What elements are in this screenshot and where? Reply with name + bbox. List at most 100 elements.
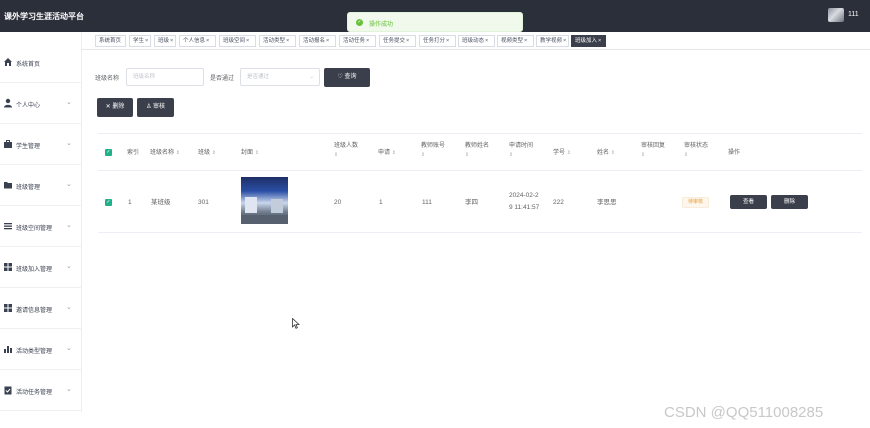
- success-check-icon: ✓: [356, 19, 363, 26]
- sidebar-item-class-space[interactable]: 班级空间管理 ⌄: [0, 206, 82, 247]
- tag-class-join[interactable]: 班级加入×: [571, 35, 606, 47]
- watermark: CSDN @QQ511008285: [664, 404, 824, 421]
- tag-class-space[interactable]: 班级空间×: [219, 35, 256, 47]
- sidebar-item-label: 活动类型管理: [16, 349, 53, 355]
- tag-activity-types[interactable]: 活动类型×: [259, 35, 296, 47]
- sort-icon[interactable]: ⇕: [641, 152, 645, 158]
- header-photo[interactable]: 封面 ⇕: [241, 149, 259, 158]
- sort-icon[interactable]: ⇕: [684, 152, 688, 158]
- chevron-down-icon: ⌄: [66, 140, 72, 147]
- sidebar-item-label: 班级加入管理: [16, 267, 53, 273]
- tag-classes[interactable]: 班级×: [154, 35, 176, 47]
- cell-name: 李思思: [597, 199, 617, 206]
- tag-teaching-videos[interactable]: 教学视频×: [536, 35, 569, 47]
- cell-apply-time-date: 2024-02-2: [509, 192, 539, 199]
- sort-icon[interactable]: ⇕: [392, 150, 396, 156]
- tag-activity-tasks[interactable]: 活动任务×: [339, 35, 376, 47]
- bar-chart-icon: [4, 346, 12, 353]
- sidebar-item-invites[interactable]: 邀请信息管理 ⌄: [0, 288, 82, 329]
- delete-button[interactable]: ✕ 删除: [97, 98, 133, 117]
- heart-icon: ♡: [337, 74, 343, 80]
- sort-icon[interactable]: ⇕: [567, 150, 571, 156]
- cell-class: 301: [198, 199, 209, 206]
- sidebar-item-label: 邀请信息管理: [16, 308, 53, 314]
- sort-icon[interactable]: ⇕: [255, 150, 259, 156]
- sidebar-item-profile[interactable]: 个人中心 ⌄: [0, 83, 82, 124]
- app-title: 课外学习生涯活动平台: [4, 12, 84, 21]
- header-apply-time[interactable]: 申请时间 ⇕: [509, 142, 539, 160]
- class-name-input[interactable]: 班级名称: [126, 68, 204, 86]
- close-icon[interactable]: ×: [446, 38, 449, 44]
- header-teacher-name[interactable]: 教师姓名 ⇕: [465, 142, 495, 160]
- header-class-name[interactable]: 班级名称 ⇕: [150, 149, 180, 158]
- close-icon[interactable]: ×: [170, 38, 173, 44]
- query-button[interactable]: ♡ 查询: [324, 68, 370, 87]
- sort-icon[interactable]: ⇕: [334, 152, 338, 158]
- grid-icon: [4, 304, 12, 312]
- row-checkbox[interactable]: ✓: [105, 199, 112, 206]
- view-button[interactable]: 查看: [730, 195, 767, 209]
- tag-video-types[interactable]: 视频类型×: [497, 35, 534, 47]
- status-badge: 待审核: [682, 197, 709, 208]
- header-class[interactable]: 班级 ⇕: [198, 149, 216, 158]
- header-review-status[interactable]: 审核状态 ⇕: [684, 142, 714, 160]
- close-icon[interactable]: ×: [145, 38, 148, 44]
- user-name[interactable]: 111: [848, 11, 859, 18]
- tag-home[interactable]: 系统首页: [95, 35, 126, 47]
- tag-profile[interactable]: 个人信息×: [179, 35, 216, 47]
- header-apply[interactable]: 申请 ⇕: [378, 149, 396, 158]
- close-icon[interactable]: ×: [524, 38, 527, 44]
- sidebar-item-classes[interactable]: 班级管理 ⌄: [0, 165, 82, 206]
- sidebar-item-class-join[interactable]: 班级加入管理 ⌄: [0, 247, 82, 288]
- header-index: 索引: [127, 150, 140, 156]
- tag-task-submit[interactable]: 任务提交×: [379, 35, 416, 47]
- sidebar-item-activity-types[interactable]: 活动类型管理 ⌄: [0, 329, 82, 370]
- close-icon[interactable]: ×: [366, 38, 369, 44]
- close-icon[interactable]: ×: [563, 38, 566, 44]
- approved-select[interactable]: 是否通过 ⌄: [240, 68, 320, 86]
- sort-icon[interactable]: ⇕: [509, 152, 513, 158]
- header-ops: 操作: [728, 150, 741, 156]
- sidebar-item-students[interactable]: 学生管理 ⌄: [0, 124, 82, 165]
- header-student-no[interactable]: 学号 ⇕: [553, 149, 571, 158]
- tag-class-news[interactable]: 班级动态×: [458, 35, 495, 47]
- sidebar-item-label: 系统首页: [16, 62, 41, 68]
- select-all-checkbox[interactable]: ✓: [105, 149, 112, 156]
- mouse-cursor-icon: [292, 318, 300, 329]
- chevron-down-icon: ⌄: [309, 74, 314, 80]
- sort-icon[interactable]: ⇕: [465, 152, 469, 158]
- header-teacher-account[interactable]: 教师账号 ⇕: [421, 142, 451, 160]
- sidebar-item-label: 活动任务管理: [16, 390, 53, 396]
- review-button[interactable]: ♙ 审核: [137, 98, 174, 117]
- chevron-down-icon: ⌄: [66, 222, 72, 229]
- sort-icon[interactable]: ⇕: [421, 152, 425, 158]
- chevron-down-icon: ⌄: [66, 386, 72, 393]
- table-row[interactable]: ✓ 1 某班级 301 20 1 111 李四 2024-02-2 9 11:4…: [98, 171, 862, 233]
- sort-icon[interactable]: ⇕: [611, 150, 615, 156]
- cell-index: 1: [128, 199, 132, 206]
- close-icon[interactable]: ×: [485, 38, 488, 44]
- close-icon[interactable]: ×: [406, 38, 409, 44]
- sidebar-item-activity-tasks[interactable]: 活动任务管理 ⌄: [0, 370, 82, 411]
- sort-icon[interactable]: ⇕: [212, 150, 216, 156]
- header-name[interactable]: 姓名 ⇕: [597, 149, 615, 158]
- header-review-reply[interactable]: 审核回复 ⇕: [641, 142, 671, 160]
- close-icon[interactable]: ×: [286, 38, 289, 44]
- row-delete-button[interactable]: 删除: [771, 195, 808, 209]
- tag-students[interactable]: 学生×: [129, 35, 151, 47]
- close-icon[interactable]: ×: [206, 38, 209, 44]
- tag-activity-signup[interactable]: 活动报名×: [299, 35, 336, 47]
- cell-apply: 1: [379, 199, 383, 206]
- close-icon[interactable]: ×: [246, 38, 249, 44]
- clipboard-check-icon: [4, 386, 12, 395]
- success-toast: ✓ 操作成功: [347, 12, 523, 32]
- cell-size: 20: [334, 199, 342, 206]
- tag-task-score[interactable]: 任务打分×: [419, 35, 456, 47]
- header-size[interactable]: 班级人数 ⇕: [334, 142, 364, 160]
- sort-icon[interactable]: ⇕: [176, 150, 180, 156]
- class-photo[interactable]: [241, 177, 288, 224]
- sidebar-item-home[interactable]: 系统首页: [0, 42, 82, 83]
- user-avatar[interactable]: [828, 8, 844, 22]
- close-icon[interactable]: ×: [598, 38, 601, 44]
- close-icon[interactable]: ×: [326, 38, 329, 44]
